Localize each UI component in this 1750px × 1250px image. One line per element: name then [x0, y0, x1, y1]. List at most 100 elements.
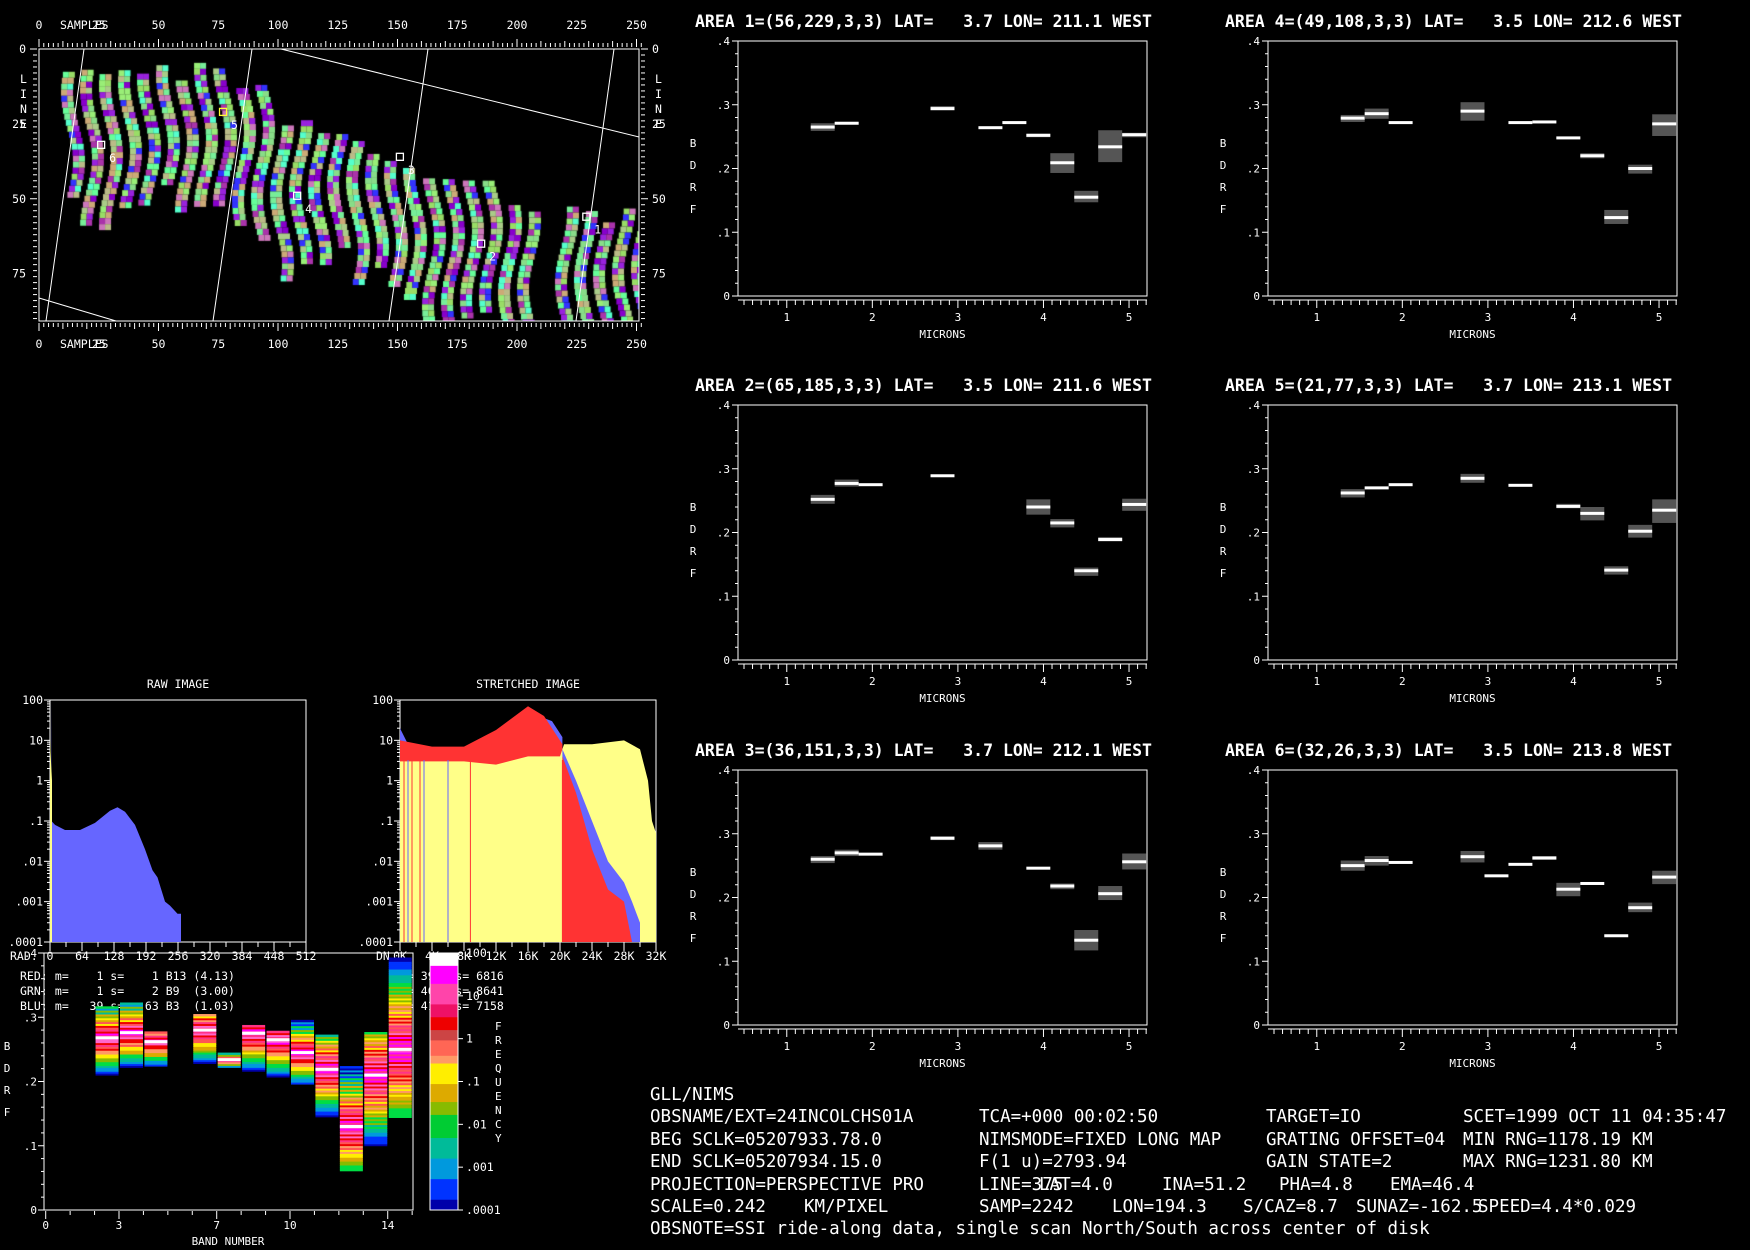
nims-display: 0025255050757510010012512515015017517520…: [1, 12, 1727, 1248]
area-5-marker[interactable]: [218, 107, 228, 117]
bdrf-mean-bar: [834, 851, 859, 855]
bdrf-tick-label: 0: [1253, 290, 1260, 303]
info-field: TARGET=IO: [1266, 1107, 1361, 1127]
lat-lon-grid-line: [45, 48, 85, 322]
area-2-marker[interactable]: [476, 239, 486, 248]
micron-tick-label: 5: [1656, 1040, 1663, 1053]
lat-lon-grid-line: [38, 297, 117, 322]
bdrf-mean-bar: [1604, 568, 1629, 572]
bdrf-mean-bar: [1364, 859, 1389, 863]
bdrf-mean-bar: [1388, 121, 1413, 125]
colorbar-segment: [430, 1114, 458, 1139]
bdrf-tick-label: .1: [717, 226, 730, 239]
stat-values: m= 1 s= 1 B13 (4.13): [48, 969, 235, 983]
micron-tick-label: 4: [1040, 1040, 1047, 1053]
bdrf-mean-bar: [1508, 483, 1533, 487]
line-axis-label: N: [20, 102, 27, 116]
bdrf-mean-bar: [1484, 874, 1509, 878]
bdrf-mean-bar: [1340, 864, 1365, 868]
colorbar-segment: [430, 1030, 458, 1041]
area-spectrum-panel: AREA 1=(56,229,3,3) LAT= 3.7 LON= 211.1 …: [687, 12, 1153, 341]
frequency-axis-letter: R: [495, 1034, 502, 1047]
micron-tick-label: 1: [783, 675, 790, 688]
lat-lon-grid-line: [212, 48, 253, 322]
bdrf-tick-label: .3: [717, 463, 730, 476]
micron-tick-label: 5: [1656, 675, 1663, 688]
bdrf-mean-bar: [1628, 906, 1653, 910]
bdrf-axis-label: BDRF: [687, 137, 700, 225]
map-border: [38, 48, 640, 322]
micron-tick-label: 4: [1570, 675, 1577, 688]
bdrf-mean-bar: [1026, 866, 1051, 870]
density-mode-mark: [364, 1073, 388, 1077]
area-4-marker[interactable]: [292, 191, 302, 200]
bdrf-mean-bar: [1580, 154, 1605, 158]
info-field: PROJECTION=PERSPECTIVE PRO: [650, 1175, 924, 1195]
bdrf-tick-label: .4: [717, 399, 731, 412]
line-tick-label: 0: [19, 42, 26, 56]
density-mode-mark: [339, 1124, 363, 1128]
density-cell: [291, 1019, 314, 1023]
area-1-marker[interactable]: [582, 212, 591, 221]
bdrf-mean-bar: [810, 497, 835, 501]
density-mode-mark: [119, 1031, 143, 1035]
microns-axis-label: MICRONS: [1449, 328, 1495, 341]
info-field: F(1 u)=2793.94: [979, 1152, 1127, 1172]
bdrf-mean-bar: [1026, 133, 1051, 137]
raw-x-tick-label: 0: [47, 949, 54, 963]
frequency-tick-label: .001: [365, 895, 393, 909]
bdrf-mean-bar: [1556, 136, 1581, 140]
line-axis-label: I: [655, 87, 662, 101]
bdrf-tick-label: 0: [723, 654, 730, 667]
bdrf-mean-bar: [1050, 521, 1075, 525]
density-cell: [119, 1002, 143, 1005]
area-3-marker[interactable]: [395, 152, 405, 161]
info-field: BEG SCLK=05207933.78.0: [650, 1130, 882, 1150]
sample-tick-label: 250: [626, 18, 647, 32]
micron-tick-label: 2: [1399, 1040, 1406, 1053]
bdrf-axis-label: BDRF: [1, 1040, 14, 1128]
colorbar-segment: [430, 953, 458, 967]
sample-tick-label: 225: [566, 337, 587, 351]
density-cell: [315, 1034, 339, 1038]
bdrf-tick-label: .2: [717, 163, 730, 176]
bdrf-mean-bar: [1340, 116, 1365, 120]
area-title: AREA 5=(21,77,3,3) LAT= 3.7 LON= 213.1 W…: [1225, 376, 1672, 395]
bdrf-tick-label: 0: [30, 1204, 37, 1217]
sample-tick-label: 200: [507, 337, 528, 351]
raw-x-tick-label: 192: [136, 949, 157, 963]
area-6-marker[interactable]: [96, 140, 106, 149]
bdrf-tick-label: 0: [1253, 1019, 1260, 1032]
bdrf-mean-bar: [1460, 476, 1485, 480]
frequency-tick-label: .001: [15, 895, 43, 909]
sample-tick-label: 250: [626, 337, 647, 351]
bdrf-mean-bar: [1556, 887, 1581, 891]
info-field: GRATING OFFSET=04: [1266, 1130, 1445, 1150]
micron-tick-label: 4: [1570, 311, 1577, 324]
microns-axis-label: MICRONS: [1449, 1057, 1495, 1070]
sample-tick-label: 100: [268, 18, 289, 32]
colorbar-segment: [430, 1179, 458, 1201]
sample-tick-label: 150: [387, 337, 408, 351]
raw-histogram-blue-series: [50, 700, 181, 942]
micron-tick-label: 3: [955, 675, 962, 688]
line-tick-label: 75: [12, 267, 26, 281]
micron-tick-label: 1: [783, 311, 790, 324]
stretched-x-tick-label: 12K: [486, 949, 507, 963]
sample-tick-label: 125: [327, 18, 348, 32]
density-cell: [193, 1014, 217, 1017]
micron-tick-label: 2: [1399, 311, 1406, 324]
bdrf-tick-label: .4: [24, 947, 38, 960]
info-field: NIMSMODE=FIXED LONG MAP: [979, 1130, 1221, 1150]
bdrf-mean-bar: [1652, 122, 1677, 126]
bdrf-mean-bar: [1050, 884, 1075, 888]
frequency-tick-label: .1: [379, 814, 393, 828]
bdrf-mean-bar: [930, 107, 955, 111]
area-2-label: 2: [489, 250, 496, 264]
bdrf-tick-label: .4: [717, 35, 731, 48]
colorbar-segment: [430, 965, 458, 985]
info-field: TCA=+000 00:02:50: [979, 1107, 1158, 1127]
bdrf-axis-label: BDRF: [687, 501, 700, 589]
bdrf-tick-label: 0: [723, 290, 730, 303]
colorbar-segment: [430, 983, 458, 1005]
